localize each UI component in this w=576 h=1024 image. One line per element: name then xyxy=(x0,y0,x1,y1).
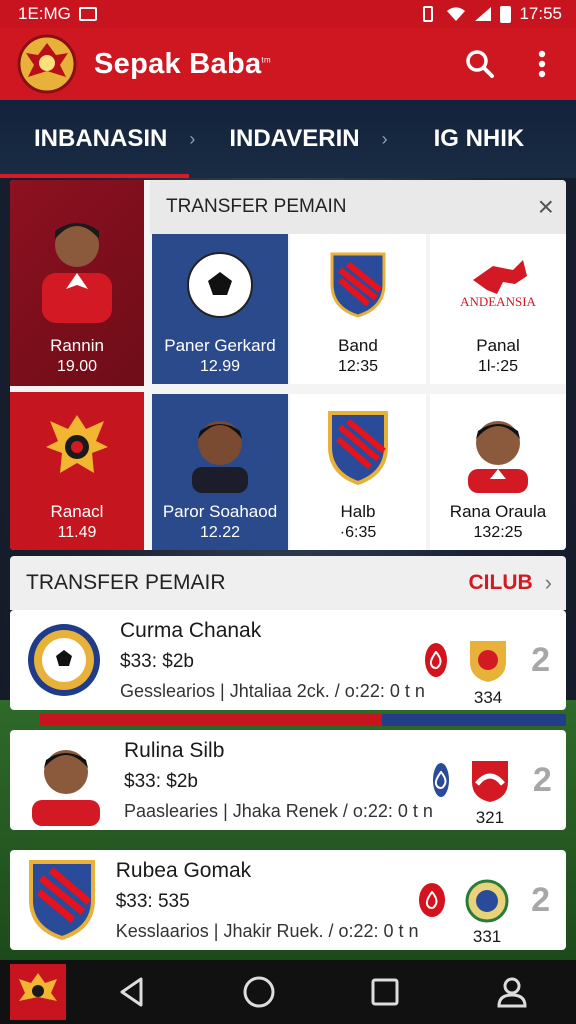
club-value: 11.49 xyxy=(57,524,97,541)
player-meta: Paaslearies | Jhaka Renek / o:22: 0 t n xyxy=(124,800,433,821)
transfer-cell[interactable]: Band 12:35 xyxy=(290,234,426,384)
tab-bar: INBANASIN › INDAVERIN › IG NHIK xyxy=(0,100,576,178)
club-info: 321 xyxy=(469,758,511,828)
player-price: $33: 535 xyxy=(115,890,190,912)
cell-name: Halb xyxy=(340,502,376,521)
status-bar: 1E:MG 17:55 xyxy=(0,0,576,28)
transfer-cell[interactable]: Rana Oraula 132:25 xyxy=(430,394,566,550)
transfer-grid-title: TRANSFER PEMAIN xyxy=(166,196,347,217)
player-photo-icon xyxy=(430,394,566,502)
chevron-right-icon[interactable]: › xyxy=(545,570,552,596)
status-text: 1E:MG xyxy=(18,4,71,23)
player-name: Rulina Silb xyxy=(124,738,225,762)
player-photo-icon xyxy=(152,394,288,502)
transfer-cell[interactable]: ANDEANSIA Panal 1l-:25 xyxy=(430,234,566,384)
transfer-grid-header: TRANSFER PEMAIN × xyxy=(150,180,566,234)
app-title: Sepak Babatm xyxy=(94,47,271,80)
club-crest-icon xyxy=(470,641,507,682)
featured-player-tile[interactable]: Rannin 19.00 xyxy=(10,180,144,386)
app-logo-icon[interactable] xyxy=(16,33,78,95)
wifi-icon xyxy=(447,7,466,21)
list-item[interactable]: Curma Chanak $33: $2b Gesslearios | Jhta… xyxy=(10,610,566,710)
club-crest-icon xyxy=(465,879,509,923)
club-crest-icon xyxy=(290,394,426,502)
player-name: Rubea Gomak xyxy=(115,858,252,882)
cell-name: Rana Oraula xyxy=(449,502,547,521)
fire-badge-icon xyxy=(424,643,448,677)
app-bar: Sepak Babatm xyxy=(0,28,576,100)
home-icon[interactable] xyxy=(242,975,276,1009)
transfer-grid-card: Rannin 19.00 Ranacl 11.49 TRANSFER PEMAI… xyxy=(10,180,566,550)
garuda-crest-icon xyxy=(10,392,144,502)
club-badge-icon xyxy=(26,614,102,706)
vibrate-icon xyxy=(423,6,434,22)
system-nav-bar xyxy=(0,960,576,1024)
player-price: $33: $2b xyxy=(120,650,194,672)
player-name: Curma Chanak xyxy=(120,618,262,642)
back-icon[interactable] xyxy=(117,976,147,1008)
search-icon xyxy=(466,50,494,78)
fire-badge-icon xyxy=(418,883,446,917)
club-logo-icon: ANDEANSIA xyxy=(430,234,566,336)
search-button[interactable] xyxy=(460,44,500,84)
cell-value: 132:25 xyxy=(473,524,523,541)
transfer-list-title: TRANSFER PEMAIR xyxy=(26,571,226,594)
fire-badge-icon xyxy=(432,763,449,797)
player-photo-icon xyxy=(10,180,144,336)
profile-icon[interactable] xyxy=(495,975,529,1009)
battery-icon xyxy=(500,5,512,23)
list-item[interactable]: Rubea Gomak $33: 535 Kesslaarios | Jhaki… xyxy=(10,850,566,950)
player-photo-icon xyxy=(26,734,106,826)
recent-apps-icon[interactable] xyxy=(370,977,400,1007)
rank-number: 2 xyxy=(531,880,550,919)
club-info: 334 xyxy=(467,638,509,708)
transfer-cell[interactable]: Halb ·6:35 xyxy=(290,394,426,550)
cell-name: Panal xyxy=(476,336,520,355)
cell-value: 12.22 xyxy=(199,524,241,541)
cell-value: ·6:35 xyxy=(339,524,377,541)
cell-name: Band xyxy=(338,336,378,355)
more-options-button[interactable] xyxy=(522,44,562,84)
club-number: 334 xyxy=(473,688,503,707)
svg-text:ANDEANSIA: ANDEANSIA xyxy=(460,294,536,309)
club-number: 331 xyxy=(472,927,502,946)
player-name: Rannin xyxy=(50,336,104,355)
transfer-cell[interactable]: Paner Gerkard 12.99 xyxy=(152,234,288,384)
message-icon xyxy=(78,7,97,21)
cell-value: 12:35 xyxy=(337,358,379,375)
player-meta: Gesslearios | Jhtaliaa 2ck. / o:22: 0 t … xyxy=(120,680,425,701)
app-shortcut-icon[interactable] xyxy=(10,964,66,1020)
rank-number: 2 xyxy=(531,640,550,679)
cell-name: Paror Soahaod xyxy=(162,502,278,521)
club-info: 331 xyxy=(465,879,509,947)
club-crest-icon xyxy=(26,854,98,946)
cell-value: 1l-:25 xyxy=(477,358,519,375)
club-crest-icon xyxy=(290,234,426,336)
soccer-ball-icon xyxy=(152,234,288,336)
featured-club-tile[interactable]: Ranacl 11.49 xyxy=(10,392,144,550)
club-name: Ranacl xyxy=(50,502,104,521)
player-meta: Kesslaarios | Jhakir Ruek. / o:22: 0 t n xyxy=(115,920,419,941)
close-icon[interactable]: × xyxy=(538,193,554,221)
cell-name: Paner Gerkard xyxy=(164,336,276,355)
list-item[interactable]: Rulina Silb $33: $2b Paaslearies | Jhaka… xyxy=(10,730,566,830)
club-number: 321 xyxy=(475,808,505,827)
transfer-list-header: TRANSFER PEMAIR CILUB › xyxy=(10,556,566,610)
cell-value: 12.99 xyxy=(199,358,241,375)
transfer-cell[interactable]: Paror Soahaod 12.22 xyxy=(152,394,288,550)
rank-number: 2 xyxy=(532,760,552,799)
club-link[interactable]: CILUB xyxy=(469,571,533,595)
status-time: 17:55 xyxy=(519,4,562,23)
tab-ig-nhik[interactable]: IG NHIK xyxy=(388,100,525,178)
player-price: $33: $2b xyxy=(124,770,198,792)
tab-inbanasin[interactable]: INBANASIN xyxy=(0,100,190,178)
decorative-stripe xyxy=(40,714,566,726)
signal-icon xyxy=(475,7,492,21)
player-value: 19.00 xyxy=(56,358,98,375)
more-vertical-icon xyxy=(538,50,546,78)
club-crest-icon xyxy=(471,761,508,802)
tab-indaverin[interactable]: INDAVERIN xyxy=(195,100,359,178)
